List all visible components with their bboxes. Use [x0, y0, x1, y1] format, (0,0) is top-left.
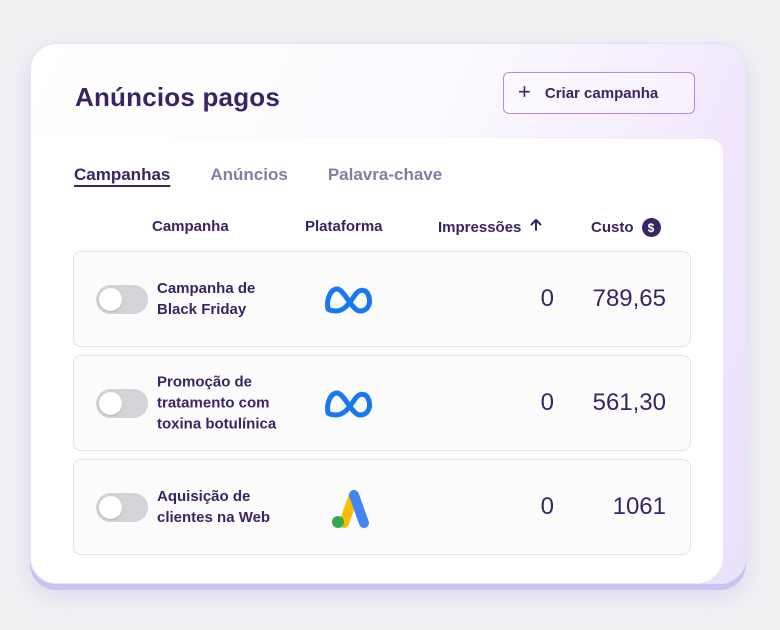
column-platform-label: Plataforma	[305, 218, 383, 235]
column-campaign-label: Campanha	[152, 218, 229, 235]
table-row: Campanha de Black Friday 0 789,65	[73, 251, 691, 347]
tab-ads[interactable]: Anúncios	[210, 165, 287, 187]
create-campaign-button[interactable]: + Criar campanha	[503, 72, 695, 114]
impressions-value: 0	[540, 389, 554, 416]
table-row: Aquisição de clientes na Web 0 1061	[73, 459, 691, 555]
cost-value: 561,30	[592, 389, 666, 416]
create-campaign-label: Criar campanha	[544, 84, 659, 102]
column-impressions-label: Impressões	[438, 219, 522, 236]
tab-keywords[interactable]: Palavra-chave	[328, 165, 442, 187]
toggle-knob	[99, 392, 122, 415]
tab-bar: Campanhas Anúncios Palavra-chave	[74, 165, 442, 187]
campaign-name: Aquisição de clientes na Web	[157, 488, 271, 526]
google-ads-icon	[322, 487, 377, 529]
cost-value: 1061	[612, 493, 666, 520]
plus-icon: +	[518, 79, 531, 104]
campaign-name: Campanha de Black Friday	[157, 280, 256, 318]
column-header-cost: Custo $	[591, 218, 661, 237]
arrow-up-icon[interactable]	[529, 218, 543, 237]
impressions-value: 0	[540, 285, 554, 312]
page-title: Anúncios pagos	[75, 82, 281, 112]
campaign-name: Promoção de tratamento com toxina botulí…	[157, 373, 277, 433]
column-header-platform: Plataforma	[305, 218, 383, 235]
cost-value: 789,65	[592, 285, 666, 312]
campaigns-panel: Campanhas Anúncios Palavra-chave Campanh…	[31, 139, 723, 583]
campaign-toggle[interactable]	[96, 493, 148, 522]
campaign-toggle[interactable]	[96, 285, 148, 314]
toggle-knob	[99, 288, 122, 311]
meta-icon	[322, 279, 377, 321]
impressions-value: 0	[540, 493, 554, 520]
table-row: Promoção de tratamento com toxina botulí…	[73, 355, 691, 451]
column-header-impressions[interactable]: Impressões	[438, 218, 543, 237]
column-cost-label: Custo	[591, 219, 634, 236]
paid-ads-card: Anúncios pagos + Criar campanha Campanha…	[30, 43, 746, 584]
meta-icon	[322, 383, 377, 425]
tab-campaigns[interactable]: Campanhas	[74, 165, 170, 187]
toggle-knob	[99, 496, 122, 519]
campaign-toggle[interactable]	[96, 389, 148, 418]
column-header-campaign: Campanha	[152, 218, 229, 235]
dollar-coin-icon: $	[641, 218, 661, 237]
